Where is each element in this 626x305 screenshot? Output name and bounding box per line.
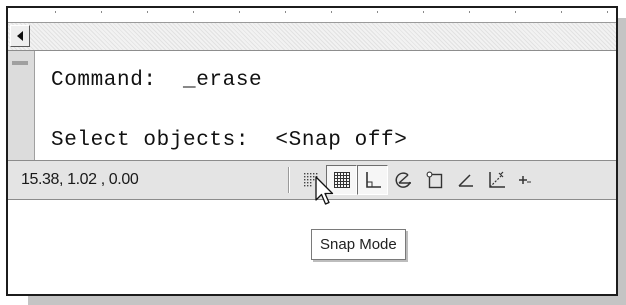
dynamic-input-button[interactable]: [512, 165, 543, 195]
ruler-tick: [193, 11, 194, 13]
status-separator: [288, 167, 290, 193]
ruler-tick: [285, 11, 286, 13]
dyn-icon: [518, 176, 531, 184]
ruler-tick: [239, 11, 240, 13]
scroll-left-button[interactable]: [10, 25, 30, 47]
ortho-mode-button[interactable]: [357, 165, 388, 195]
ruler-tick: [147, 11, 148, 13]
ruler-tick: [469, 11, 470, 13]
polar-tracking-button[interactable]: [388, 165, 419, 195]
ducs-icon: [488, 171, 505, 188]
ruler-tick: [55, 11, 56, 13]
command-window-grip[interactable]: [8, 51, 35, 160]
snap-mode-tooltip: Snap Mode: [311, 229, 406, 260]
command-prompt-line: Select objects: <Snap off>: [51, 129, 408, 152]
ruler-tick: [561, 11, 562, 13]
command-history-line: Command: _erase: [51, 69, 263, 92]
polar-icon: [395, 172, 411, 188]
ruler-tick: [101, 11, 102, 13]
ortho-icon: [365, 172, 381, 188]
grip-dots-icon: [12, 61, 28, 65]
drawing-area[interactable]: [8, 8, 616, 23]
ruler-tick: [515, 11, 516, 13]
ruler-tick: [423, 11, 424, 13]
ruler-tick: [607, 11, 608, 13]
coordinate-display[interactable]: 15.38, 1.02 , 0.00: [21, 161, 139, 199]
ruler-tick: [377, 11, 378, 13]
arrow-cursor-icon: [315, 176, 334, 205]
ruler-tick: [331, 11, 332, 13]
triangle-left-icon: [17, 31, 23, 41]
command-window[interactable]: Command: _erase Select objects: <Snap of…: [8, 51, 616, 160]
object-snap-button[interactable]: [419, 165, 450, 195]
otrack-icon: [457, 174, 473, 187]
osnap-icon: [426, 171, 442, 189]
horizontal-scrollbar[interactable]: [8, 23, 616, 51]
status-bar: 15.38, 1.02 , 0.00: [8, 160, 616, 200]
dynamic-ucs-button[interactable]: [481, 165, 512, 195]
object-snap-tracking-button[interactable]: [450, 165, 481, 195]
